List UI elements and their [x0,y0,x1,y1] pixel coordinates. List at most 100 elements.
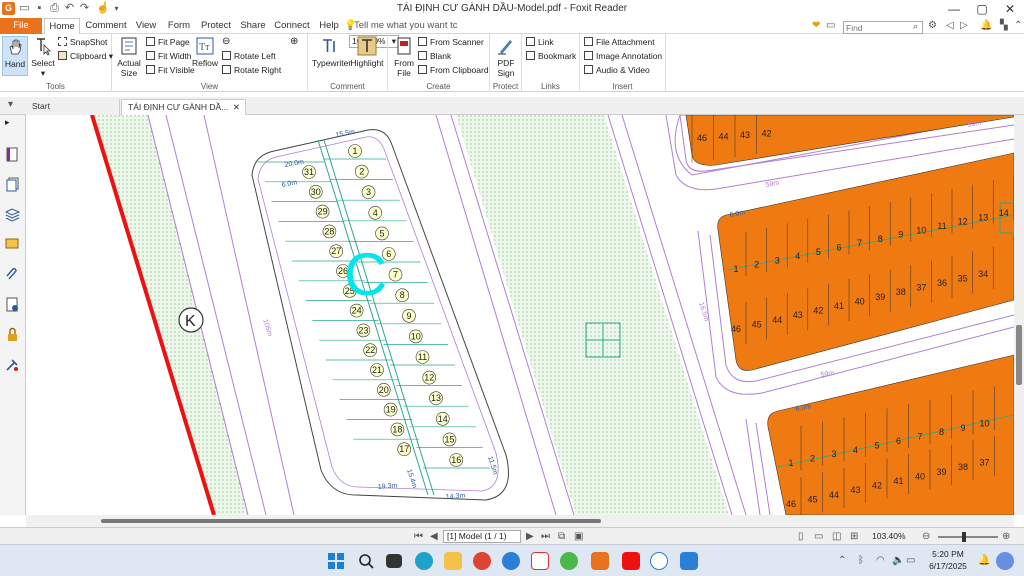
menu-share[interactable]: Share [238,18,268,34]
minimize-icon[interactable]: — [940,0,968,18]
zoom-out-status-icon[interactable]: ⊖ [922,530,930,543]
tab-document[interactable]: TÁI ĐỊNH CƯ GÀNH DẦ... ✕ [121,99,246,115]
tab-list-icon[interactable]: ▾ [8,98,13,111]
vertical-scroll-thumb[interactable] [1016,325,1022,385]
zoom-in-status-icon[interactable]: ⊕ [1002,530,1010,543]
from-scanner-button[interactable]: From Scanner [418,36,484,49]
tray-chevron-icon[interactable]: ⌃ [838,554,846,567]
menu-home[interactable]: Home [44,18,80,35]
tell-me-input[interactable]: Tell me what you want tc [354,20,458,31]
fit-visible-button[interactable]: Fit Visible [146,64,195,77]
from-clipboard-button[interactable]: From Clipboard [418,64,489,77]
favorites-icon[interactable]: ❤ [812,20,820,32]
volume-icon[interactable]: 🔈 [892,554,904,567]
hand-button[interactable]: Hand [2,36,28,76]
select-dropdown-icon[interactable]: ▾ [30,68,56,79]
page-selector[interactable]: [1] Model (1 / 1) [443,530,521,543]
comments-icon[interactable] [5,237,20,252]
zoom-in-icon[interactable]: ⊕ [290,35,298,48]
task-view-icon[interactable] [386,554,402,568]
search-taskbar-icon[interactable] [357,552,375,570]
image-annotation-button[interactable]: Image Annotation [584,50,662,63]
bookmarks-icon[interactable] [5,147,20,162]
actual-size-button[interactable]: Actual Size [116,36,142,78]
app-icon-blue[interactable] [502,552,520,570]
app-icon-green[interactable] [560,552,578,570]
menu-help[interactable]: Help [316,18,342,34]
expand-panel-icon[interactable]: ▸ [5,117,20,132]
typewriter-button[interactable]: Typewriter [312,36,351,68]
document-view[interactable]: 31 30 29 28 27 26 25 24 23 22 21 20 19 18 17 1 2 3 4 5 6 7 8 9 1… [26,115,1014,515]
tab-start[interactable]: Start [26,99,120,115]
facing-view-icon[interactable]: ◫ [832,530,841,543]
menu-protect[interactable]: Protect [198,18,234,34]
gear-icon[interactable]: ⚙ [928,20,937,32]
find-input[interactable] [843,21,923,34]
reflow-button[interactable]: Tт Reflow [192,36,218,68]
ribbon-collapse-icon[interactable]: ⌃ [1014,20,1022,32]
next-result-icon[interactable]: ▷ [960,20,968,32]
share-icon[interactable]: ▭ [826,20,835,32]
next-page-icon[interactable]: ▶ [526,530,534,543]
menu-form[interactable]: Form [164,18,194,34]
bell-icon[interactable]: 🔔 [980,20,992,32]
horizontal-scrollbar[interactable] [26,515,1014,527]
pdf-sign-button[interactable]: PDF Sign [493,36,519,78]
zoom-slider[interactable] [938,536,998,538]
single-page-view-icon[interactable]: ▯ [798,530,804,543]
fit-view-icon[interactable]: ▣ [574,530,583,543]
snapshot-button[interactable]: SnapShot [58,36,107,49]
copilot-icon[interactable] [996,552,1014,570]
layers-icon[interactable] [5,207,20,222]
last-page-icon[interactable]: ⏭ [541,530,550,543]
rotate-left-button[interactable]: Rotate Left [222,50,276,63]
bluetooth-icon[interactable]: ᛒ [858,554,864,567]
select-button[interactable]: Select ▾ [30,36,56,79]
clipboard-button[interactable]: Clipboard ▾ [58,50,113,63]
file-explorer-icon[interactable] [444,552,462,570]
foxit-taskbar-icon[interactable] [591,552,609,570]
maximize-icon[interactable]: ▢ [968,0,996,18]
highlight-button[interactable]: Highlight [350,36,384,68]
notification-icon[interactable]: 🔔 [978,554,990,567]
horizontal-scroll-thumb[interactable] [101,519,601,523]
close-window-icon[interactable]: ✕ [996,0,1024,18]
bookmark-button[interactable]: Bookmark [526,50,576,63]
security-icon[interactable] [5,327,20,342]
audio-video-button[interactable]: Audio & Video [584,64,650,77]
continuous-view-icon[interactable]: ▭ [814,530,823,543]
content-icon[interactable] [5,357,20,372]
zoom-slider-knob[interactable] [962,532,966,542]
clock[interactable]: 5:20 PM 6/17/2025 [920,548,976,572]
youtube-icon[interactable] [622,552,640,570]
search-icon[interactable]: ⌕ [913,20,918,32]
attachments-icon[interactable] [5,267,20,282]
signatures-icon[interactable] [5,297,20,312]
menu-file[interactable]: File [0,18,42,34]
copy-view-icon[interactable]: ⧉ [558,530,565,543]
prev-result-icon[interactable]: ◁ [946,20,954,32]
rotate-right-button[interactable]: Rotate Right [222,64,281,77]
windows-start-icon[interactable] [327,552,345,570]
zalo-icon[interactable] [650,552,668,570]
menu-comment[interactable]: Comment [84,18,128,34]
battery-icon[interactable]: ▭ [906,554,915,567]
first-page-icon[interactable]: ⏮ [414,530,423,543]
vertical-scrollbar[interactable] [1014,115,1024,515]
blank-button[interactable]: Blank [418,50,451,63]
continuous-facing-view-icon[interactable]: ⊞ [850,530,858,543]
menu-connect[interactable]: Connect [272,18,312,34]
fit-page-button[interactable]: Fit Page [146,36,190,49]
pages-icon[interactable] [5,177,20,192]
user-icon[interactable]: ▚ [1000,20,1008,32]
zoom-out-icon[interactable]: ⊖ [222,35,230,48]
chrome-icon[interactable] [473,552,491,570]
close-tab-icon[interactable]: ✕ [233,100,240,115]
app-store-icon[interactable] [680,552,698,570]
menu-view[interactable]: View [131,18,161,34]
edge-icon[interactable] [415,552,433,570]
from-file-button[interactable]: From File [392,36,416,78]
prev-page-icon[interactable]: ◀ [430,530,438,543]
fit-width-button[interactable]: Fit Width [146,50,192,63]
file-attachment-button[interactable]: File Attachment [584,36,655,49]
